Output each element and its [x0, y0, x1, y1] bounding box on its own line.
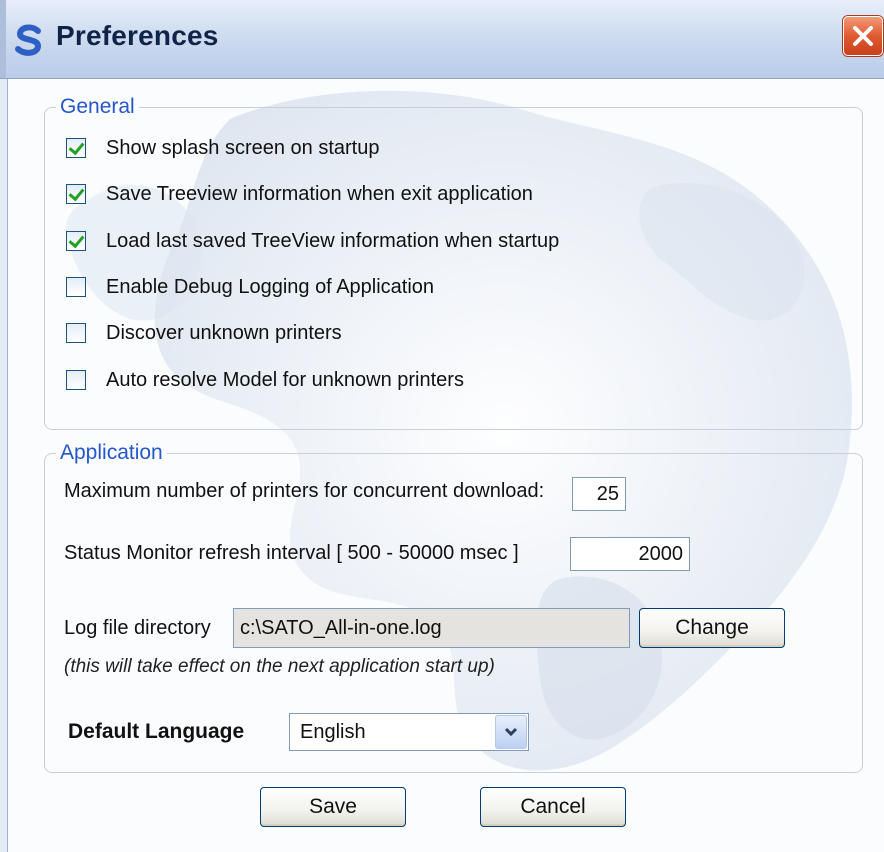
- option-discover-printers[interactable]: Discover unknown printers: [66, 318, 342, 348]
- window-left-border: [0, 79, 8, 852]
- checkbox[interactable]: [66, 277, 86, 297]
- log-dir-field[interactable]: c:\SATO_All-in-one.log: [233, 608, 630, 648]
- preferences-window: Preferences General Show splash screen o…: [0, 0, 884, 852]
- default-language-label: Default Language: [68, 720, 245, 743]
- checkbox[interactable]: [66, 184, 86, 204]
- refresh-interval-label: Status Monitor refresh interval [ 500 - …: [64, 542, 519, 564]
- restart-note: (this will take effect on the next appli…: [64, 656, 495, 677]
- refresh-interval-input[interactable]: 2000: [570, 537, 690, 571]
- option-label: Auto resolve Model for unknown printers: [106, 368, 464, 391]
- change-log-dir-button[interactable]: Change: [639, 608, 785, 648]
- option-label: Show splash screen on startup: [106, 136, 380, 159]
- option-label: Save Treeview information when exit appl…: [106, 182, 533, 205]
- option-label: Discover unknown printers: [106, 321, 342, 344]
- general-legend: General: [56, 95, 139, 119]
- checkbox[interactable]: [66, 138, 86, 158]
- option-label: Load last saved TreeView information whe…: [106, 229, 560, 252]
- language-select[interactable]: English: [289, 713, 529, 751]
- window-title: Preferences: [56, 20, 219, 51]
- checkbox[interactable]: [66, 231, 86, 251]
- max-printers-input[interactable]: 25: [572, 477, 626, 511]
- checkbox[interactable]: [66, 370, 86, 390]
- close-icon: [853, 26, 873, 46]
- cancel-button[interactable]: Cancel: [480, 787, 626, 827]
- app-logo-icon: [15, 24, 42, 56]
- close-button[interactable]: [843, 16, 883, 56]
- option-auto-resolve-model[interactable]: Auto resolve Model for unknown printers: [66, 365, 464, 395]
- log-dir-label: Log file directory: [64, 617, 211, 639]
- option-show-splash[interactable]: Show splash screen on startup: [66, 133, 380, 163]
- option-debug-logging[interactable]: Enable Debug Logging of Application: [66, 272, 434, 302]
- save-button[interactable]: Save: [260, 787, 406, 827]
- checkbox[interactable]: [66, 323, 86, 343]
- option-label: Enable Debug Logging of Application: [106, 275, 435, 298]
- option-save-treeview[interactable]: Save Treeview information when exit appl…: [66, 179, 533, 209]
- dropdown-arrow-button[interactable]: [495, 715, 527, 749]
- language-selected-value: English: [300, 721, 366, 743]
- chevron-down-icon: [504, 727, 518, 737]
- max-printers-label: Maximum number of printers for concurren…: [64, 480, 545, 502]
- option-load-treeview[interactable]: Load last saved TreeView information whe…: [66, 226, 559, 256]
- title-bar[interactable]: Preferences: [0, 0, 884, 79]
- application-legend: Application: [56, 441, 167, 465]
